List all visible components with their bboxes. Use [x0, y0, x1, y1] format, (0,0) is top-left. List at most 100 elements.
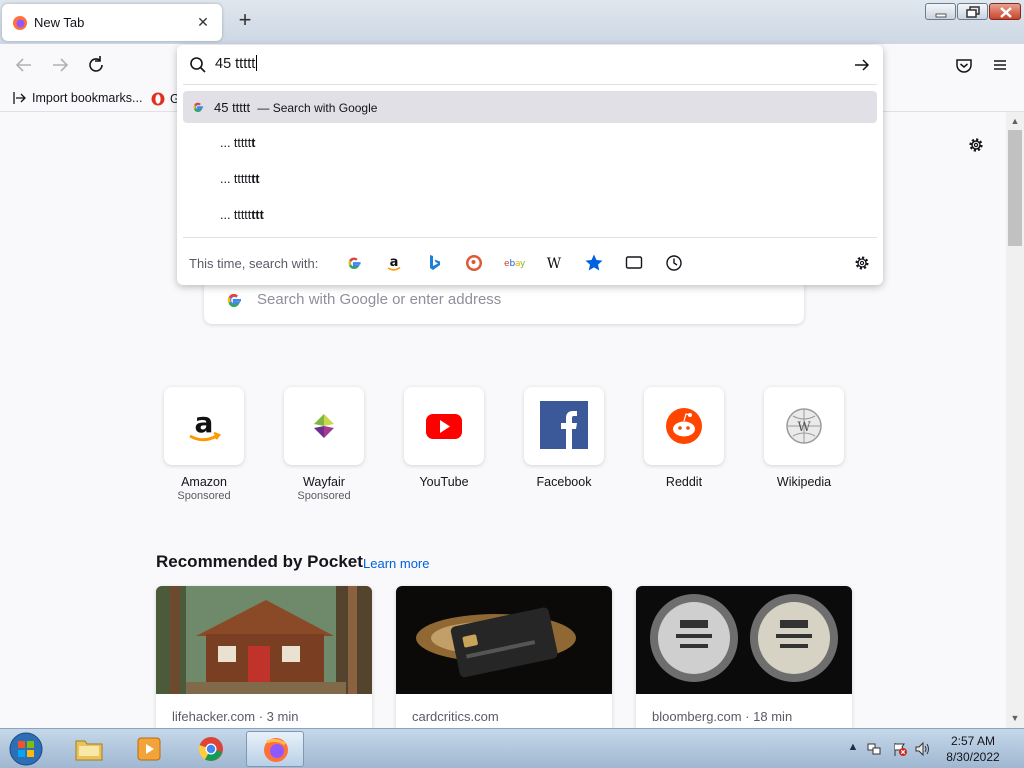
- top-site-tile[interactable]: Reddit: [644, 387, 724, 489]
- tab-title: New Tab: [34, 15, 85, 30]
- close-icon[interactable]: ✕: [192, 11, 214, 33]
- facebook-logo-icon: [540, 401, 588, 449]
- one-off-google-button[interactable]: [343, 252, 365, 274]
- svg-text:y: y: [520, 259, 526, 269]
- heuristic-query: 45 ttttt: [214, 100, 251, 115]
- show-hidden-icons-arrow-icon[interactable]: ▲: [845, 741, 861, 757]
- top-site-name: Amazon: [181, 475, 227, 489]
- action-center-flag-icon[interactable]: [892, 741, 908, 757]
- suggestion-prefix: ... ttttt: [220, 208, 252, 222]
- duckduckgo-icon: [466, 255, 482, 271]
- pocket-card[interactable]: lifehacker.com · 3 min: [156, 586, 372, 728]
- pocket-button[interactable]: [951, 52, 977, 78]
- opera-icon: [151, 92, 165, 106]
- scroll-down-arrow-icon[interactable]: ▼: [1006, 710, 1024, 726]
- google-icon: [348, 257, 361, 270]
- search-settings-button[interactable]: [851, 252, 873, 274]
- taskbar-media-player[interactable]: [120, 731, 176, 767]
- suggestion-bold: tt: [251, 172, 260, 186]
- page-settings-button[interactable]: [965, 134, 987, 156]
- top-site-sponsored-label: Sponsored: [297, 490, 351, 502]
- search-suggestion-row[interactable]: ... tttttttt: [183, 199, 877, 231]
- pocket-card[interactable]: bloomberg.com · 18 min: [636, 586, 852, 728]
- suggestion-bold: ttt: [251, 208, 264, 222]
- back-button[interactable]: [11, 52, 37, 78]
- top-site-tile[interactable]: YouTube: [404, 387, 484, 489]
- top-site-icon-box: [644, 387, 724, 465]
- history-icon: [666, 255, 682, 271]
- taskbar-explorer[interactable]: [60, 731, 116, 767]
- one-off-search-label: This time, search with:: [189, 256, 319, 271]
- back-arrow-icon: [15, 58, 31, 72]
- pocket-learn-more-link[interactable]: Learn more: [363, 556, 429, 571]
- search-with-google-row[interactable]: 45 ttttt — Search with Google: [183, 91, 877, 123]
- address-bar-popup: 45 ttttt 45 ttttt — Search with Google .…: [177, 45, 883, 285]
- one-off-wikipedia-button[interactable]: W: [543, 252, 565, 274]
- top-site-tile[interactable]: W Wikipedia: [764, 387, 844, 489]
- suggestion-prefix: ... ttttt: [220, 136, 252, 150]
- forward-arrow-icon: [53, 58, 69, 72]
- taskbar-clock[interactable]: 2:57 AM 8/30/2022: [928, 733, 1018, 765]
- one-off-duckduckgo-button[interactable]: [463, 252, 485, 274]
- bottle-caps-photo-image: [636, 586, 852, 694]
- top-site-tile[interactable]: a Amazon Sponsored: [164, 387, 244, 502]
- scroll-up-arrow-icon[interactable]: ▲: [1006, 113, 1024, 129]
- scrollbar-thumb[interactable]: [1008, 130, 1022, 246]
- one-off-bing-button[interactable]: [423, 252, 445, 274]
- text-caret: [256, 55, 258, 71]
- menu-button[interactable]: [987, 52, 1013, 78]
- svg-text:W: W: [797, 420, 811, 435]
- go-arrow-icon[interactable]: [853, 56, 871, 74]
- one-off-bookmarks-button[interactable]: [583, 252, 605, 274]
- minimize-button[interactable]: [925, 3, 956, 20]
- folder-icon: [75, 740, 103, 761]
- start-button[interactable]: [6, 731, 46, 767]
- reload-button[interactable]: [83, 52, 109, 78]
- import-bookmarks-item[interactable]: Import bookmarks...: [12, 91, 142, 105]
- taskbar-firefox[interactable]: [246, 731, 304, 767]
- top-site-name: Wikipedia: [776, 475, 832, 489]
- page-search-placeholder: Search with Google or enter address: [257, 291, 502, 308]
- windows-start-orb-icon: [9, 732, 43, 766]
- top-site-icon-box: a: [164, 387, 244, 465]
- credit-card-photo-image: [396, 586, 612, 694]
- top-site-tile[interactable]: Facebook: [524, 387, 604, 489]
- window-close-button[interactable]: [989, 3, 1021, 20]
- divider: [183, 84, 877, 85]
- forward-button[interactable]: [47, 52, 73, 78]
- heuristic-action: — Search with Google: [257, 101, 378, 115]
- windows-taskbar: ▲ 2:57 AM 8/30/2022: [0, 728, 1024, 768]
- svg-text:a: a: [390, 255, 399, 270]
- pocket-card-source: bloomberg.com · 18 min: [652, 709, 793, 724]
- suggestion-text: ... tttttttt: [220, 208, 264, 222]
- search-suggestion-row[interactable]: ... tttttt: [183, 127, 877, 159]
- window-close-icon: [1000, 7, 1012, 18]
- bookmark-item[interactable]: G: [150, 91, 180, 107]
- network-icon[interactable]: [866, 741, 882, 757]
- one-off-history-button[interactable]: [663, 252, 685, 274]
- search-icon: [190, 57, 206, 73]
- taskbar-chrome[interactable]: [182, 731, 238, 767]
- divider: [183, 237, 877, 238]
- top-site-icon-box: W: [764, 387, 844, 465]
- suggestion-text: ... tttttt: [220, 136, 255, 150]
- media-player-icon: [137, 737, 161, 761]
- wikipedia-logo-icon: W: [786, 408, 822, 444]
- one-off-tabs-button[interactable]: [623, 252, 645, 274]
- pocket-card-source: cardcritics.com: [412, 709, 499, 724]
- firefox-icon: [13, 16, 27, 30]
- pocket-card[interactable]: cardcritics.com: [396, 586, 612, 728]
- top-site-tile[interactable]: Wayfair Sponsored: [284, 387, 364, 502]
- restore-button[interactable]: [957, 3, 988, 20]
- page-scrollbar[interactable]: ▲ ▼: [1006, 112, 1024, 728]
- suggestion-bold: t: [251, 136, 256, 150]
- one-off-amazon-button[interactable]: a: [383, 252, 405, 274]
- one-off-ebay-button[interactable]: e b a y: [503, 252, 526, 274]
- address-input[interactable]: 45 ttttt: [215, 55, 258, 72]
- tab-new-tab[interactable]: New Tab ✕: [2, 4, 222, 41]
- new-tab-button[interactable]: +: [233, 9, 257, 33]
- bing-icon: [430, 255, 440, 270]
- wayfair-logo-icon: [314, 414, 334, 438]
- heuristic-row-text: 45 ttttt — Search with Google: [214, 100, 377, 115]
- search-suggestion-row[interactable]: ... ttttttt: [183, 163, 877, 195]
